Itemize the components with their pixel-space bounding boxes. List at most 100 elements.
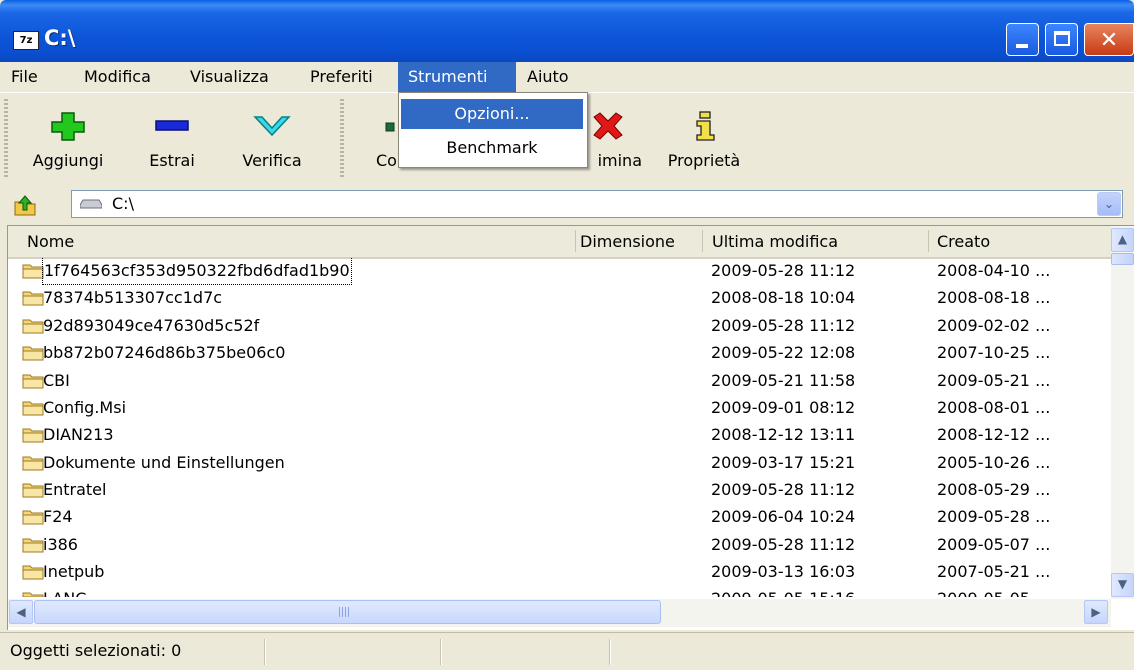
created-date: 2005-10-26 ... (937, 453, 1051, 472)
folder-icon (22, 374, 44, 389)
column-size[interactable]: Dimensione (580, 226, 675, 257)
menu-item-benchmark[interactable]: Benchmark (401, 133, 583, 163)
tools-dropdown-menu: Opzioni... Benchmark (398, 92, 588, 168)
horizontal-scroll-thumb[interactable] (34, 600, 661, 624)
folder-icon (22, 456, 44, 471)
extract-button[interactable]: Estrai (140, 93, 204, 183)
menu-aiuto[interactable]: Aiuto (527, 62, 569, 92)
scroll-grip (339, 607, 349, 617)
delete-icon (593, 112, 623, 140)
chevron-down-icon[interactable]: ⌄ (1097, 192, 1121, 216)
list-row[interactable]: Entratel 2009-05-28 11:12 2008-05-29 ... (8, 476, 1111, 503)
list-row[interactable]: Dokumente und Einstellungen 2009-03-17 1… (8, 449, 1111, 476)
folder-icon (22, 483, 44, 498)
created-date: 2007-10-25 ... (937, 343, 1051, 362)
column-divider[interactable] (702, 230, 703, 252)
created-date: 2008-05-29 ... (937, 480, 1051, 499)
file-name: Inetpub (43, 562, 105, 581)
list-row[interactable]: 92d893049ce47630d5c52f 2009-05-28 11:12 … (8, 312, 1111, 339)
file-list[interactable]: Nome Dimensione Ultima modifica Creato 1… (7, 225, 1134, 630)
created-date: 2009-05-21 ... (937, 371, 1051, 390)
list-row[interactable]: Inetpub 2009-03-13 16:03 2007-05-21 ... (8, 558, 1111, 585)
file-name: LANC (43, 585, 86, 597)
menu-file[interactable]: File (11, 62, 38, 92)
created-date: 2009-05-05 ... (937, 585, 1050, 597)
modified-date: 2009-05-28 11:12 (711, 535, 856, 554)
maximize-icon (1054, 31, 1070, 46)
modified-date: 2009-05-05 15:16 (711, 585, 855, 597)
folder-icon (22, 346, 44, 361)
file-name: Dokumente und Einstellungen (43, 453, 285, 472)
list-row[interactable]: 78374b513307cc1d7c 2008-08-18 10:04 2008… (8, 284, 1111, 311)
list-row[interactable]: CBI 2009-05-21 11:58 2009-05-21 ... (8, 367, 1111, 394)
folder-icon (22, 291, 44, 306)
minimize-button[interactable] (1006, 23, 1039, 56)
status-divider (440, 639, 442, 665)
status-divider (609, 639, 611, 665)
list-row[interactable]: LANC 2009-05-05 15:16 2009-05-05 ... (8, 585, 1111, 597)
file-name: 78374b513307cc1d7c (43, 288, 223, 307)
file-name: i386 (43, 535, 78, 554)
column-modified[interactable]: Ultima modifica (712, 226, 838, 257)
vertical-scroll-thumb[interactable] (1111, 253, 1134, 265)
up-folder-icon[interactable] (13, 194, 37, 216)
scroll-up-button[interactable]: ▲ (1111, 228, 1134, 252)
extract-label: Estrai (149, 151, 195, 170)
folder-icon (22, 428, 44, 443)
list-row[interactable]: i386 2009-05-28 11:12 2009-05-07 ... (8, 531, 1111, 558)
folder-icon (22, 264, 44, 279)
scroll-left-button[interactable]: ◀ (9, 600, 33, 624)
menu-item-options[interactable]: Opzioni... (401, 99, 583, 129)
list-header: Nome Dimensione Ultima modifica Creato (8, 226, 1111, 259)
column-created[interactable]: Creato (937, 226, 990, 257)
menu-modifica[interactable]: Modifica (84, 62, 151, 92)
scroll-right-button[interactable]: ▶ (1084, 600, 1108, 624)
drive-icon (80, 199, 102, 209)
modified-date: 2009-05-28 11:12 (711, 316, 856, 335)
app-window: 7z C:\ ✕ File Modifica Visualizza Prefer… (0, 0, 1134, 670)
file-name: bb872b07246d86b375be06c0 (43, 343, 286, 362)
delete-button[interactable]: imina (586, 93, 642, 183)
file-name: DIAN213 (43, 425, 114, 444)
folder-icon (22, 510, 44, 525)
modified-date: 2008-08-18 10:04 (711, 288, 856, 307)
address-combobox[interactable]: C:\ ⌄ (71, 190, 1123, 218)
status-bar: Oggetti selezionati: 0 (0, 632, 1134, 670)
scroll-down-button[interactable]: ▼ (1111, 573, 1134, 597)
column-divider[interactable] (928, 230, 929, 252)
list-row[interactable]: 1f764563cf353d950322fbd6dfad1b90 2009-05… (8, 257, 1111, 285)
file-name: Entratel (43, 480, 107, 499)
list-row[interactable]: bb872b07246d86b375be06c0 2009-05-22 12:0… (8, 339, 1111, 366)
close-button[interactable]: ✕ (1084, 23, 1134, 56)
menu-visualizza[interactable]: Visualizza (190, 62, 269, 92)
verify-button[interactable]: Verifica (228, 93, 316, 183)
toolbar-grip[interactable] (4, 99, 8, 179)
title-bar[interactable]: 7z C:\ ✕ (0, 0, 1134, 62)
window-title: C:\ (44, 26, 76, 50)
menu-bar: File Modifica Visualizza Preferiti Strum… (0, 62, 1134, 92)
add-button[interactable]: Aggiungi (30, 93, 106, 183)
list-row[interactable]: Config.Msi 2009-09-01 08:12 2008-08-01 .… (8, 394, 1111, 421)
modified-date: 2009-05-22 12:08 (711, 343, 856, 362)
delete-label: imina (597, 151, 642, 170)
list-row[interactable]: F24 2009-06-04 10:24 2009-05-28 ... (8, 503, 1111, 530)
column-name[interactable]: Nome (27, 226, 74, 257)
menu-preferiti[interactable]: Preferiti (310, 62, 373, 92)
column-divider[interactable] (575, 230, 576, 252)
minimize-icon (1016, 44, 1028, 48)
menu-strumenti[interactable]: Strumenti (398, 62, 516, 92)
created-date: 2008-08-01 ... (937, 398, 1051, 417)
list-row[interactable]: DIAN213 2008-12-12 13:11 2008-12-12 ... (8, 421, 1111, 448)
created-date: 2009-05-07 ... (937, 535, 1051, 554)
modified-date: 2008-12-12 13:11 (711, 425, 856, 444)
vertical-scrollbar[interactable]: ▲ ▼ (1111, 226, 1134, 599)
properties-button[interactable]: Proprietà (652, 93, 756, 183)
created-date: 2008-12-12 ... (937, 425, 1051, 444)
toolbar-grip[interactable] (340, 99, 344, 179)
modified-date: 2009-05-21 11:58 (711, 371, 856, 390)
created-date: 2008-08-18 ... (937, 288, 1051, 307)
maximize-button[interactable] (1045, 23, 1078, 56)
modified-date: 2009-06-04 10:24 (711, 507, 856, 526)
horizontal-scrollbar[interactable]: ◀ ▶ (8, 599, 1111, 627)
add-label: Aggiungi (32, 151, 104, 170)
